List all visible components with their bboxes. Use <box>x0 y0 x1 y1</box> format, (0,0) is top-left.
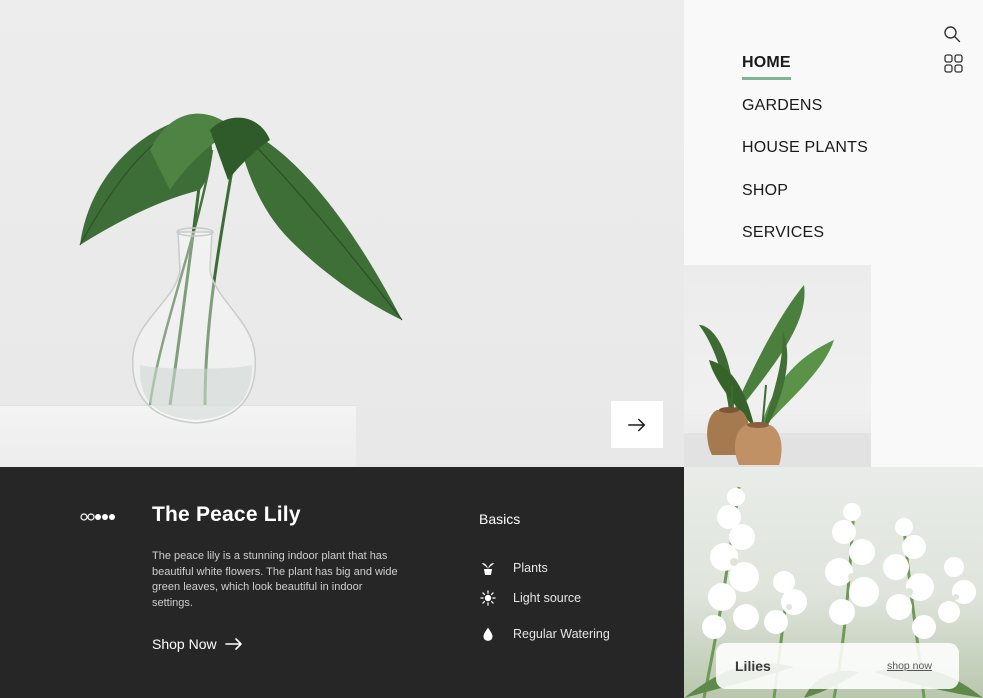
lilies-label: Lilies <box>735 658 771 674</box>
basics-item-label: Plants <box>513 561 548 575</box>
basics-item-label: Regular Watering <box>513 627 610 641</box>
basics-item-label: Light source <box>513 591 582 605</box>
shop-now-label: Shop Now <box>152 636 217 652</box>
wooden-vases-illustration <box>684 285 871 467</box>
nav-item-house-plants[interactable]: HOUSE PLANTS <box>742 135 868 178</box>
nav-item-home[interactable]: HOME <box>742 50 868 93</box>
search-icon[interactable] <box>943 25 961 43</box>
main-nav: HOME GARDENS HOUSE PLANTS SHOP SERVICES <box>742 50 868 263</box>
basics-item-light: Light source <box>479 589 581 607</box>
plant-vase-illustration <box>79 113 403 424</box>
background-fill <box>871 265 983 467</box>
next-slide-button[interactable] <box>611 401 663 448</box>
arrow-right-icon <box>224 638 242 650</box>
lilies-shop-now-link[interactable]: shop now <box>887 660 932 672</box>
nav-item-gardens[interactable]: GARDENS <box>742 93 868 136</box>
plant-pot-icon <box>479 559 497 577</box>
shop-now-button[interactable]: Shop Now <box>152 636 243 652</box>
basics-heading: Basics <box>479 511 521 527</box>
product-description: The peace lily is a stunning indoor plan… <box>152 550 398 609</box>
nav-item-shop[interactable]: SHOP <box>742 178 868 221</box>
product-info-panel: The Peace Lily The peace lily is a stunn… <box>0 467 684 698</box>
nav-item-services[interactable]: SERVICES <box>742 220 868 263</box>
wooden-vases-photo <box>684 265 871 467</box>
dots-indicator-icon[interactable] <box>80 512 120 522</box>
arrow-right-icon <box>628 418 646 431</box>
navigation-panel: HOME GARDENS HOUSE PLANTS SHOP SERVICES <box>684 0 983 265</box>
basics-item-plants: Plants <box>479 559 548 577</box>
lilies-card: Lilies shop now <box>716 643 959 689</box>
water-drop-icon <box>479 625 497 643</box>
basics-item-watering: Regular Watering <box>479 625 610 643</box>
sun-icon <box>479 589 497 607</box>
hero-image <box>0 0 684 467</box>
grid-icon[interactable] <box>944 54 964 74</box>
product-title: The Peace Lily <box>152 503 301 526</box>
